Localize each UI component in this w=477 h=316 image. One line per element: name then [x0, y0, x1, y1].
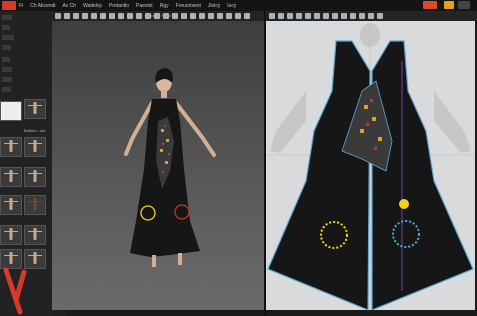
menu-item-2[interactable]: Ch Akcendi [30, 3, 55, 9]
tool-icon[interactable] [235, 13, 241, 19]
avatar-thumbnail[interactable] [24, 99, 46, 119]
menu-item-4[interactable]: Wadelsy [83, 3, 102, 9]
menu-item-1[interactable]: Fi [19, 3, 23, 9]
avatar-thumbnail[interactable] [24, 225, 46, 245]
library-row[interactable] [2, 15, 12, 20]
library-row[interactable] [2, 87, 11, 92]
red-brush-stroke [3, 267, 27, 315]
toolbar-2d [266, 11, 477, 21]
tool-icon[interactable] [332, 13, 338, 19]
pattern-canvas [266, 21, 475, 310]
menu-item-9[interactable]: Jlnicy [208, 3, 221, 9]
tool-icon[interactable] [244, 13, 250, 19]
menu-item-7[interactable]: Rgy [160, 3, 169, 9]
tool-icon[interactable] [172, 13, 178, 19]
app-logo [2, 1, 16, 10]
viewport-3d[interactable] [52, 21, 264, 310]
tool-icon[interactable] [377, 13, 383, 19]
avatar-thumbnail[interactable] [0, 225, 22, 245]
tool-icon[interactable] [287, 13, 293, 19]
viewport-title: Sketch Rend [148, 13, 171, 18]
menu-item-3[interactable]: Av Ch [62, 3, 76, 9]
avatar-scene [52, 68, 264, 310]
thumbnail-label: Bottom...obi [24, 128, 46, 133]
tool-icon[interactable] [341, 13, 347, 19]
library-row[interactable] [2, 67, 12, 72]
tool-icon[interactable] [350, 13, 356, 19]
avatar-thumbnail[interactable] [0, 137, 22, 157]
tool-icon[interactable] [368, 13, 374, 19]
tool-icon[interactable] [305, 13, 311, 19]
library-row[interactable] [2, 45, 11, 50]
menu-bar: Fi Ch Akcendi Av Ch Wadelsy Pretantlo Pa… [0, 0, 477, 11]
tool-icon[interactable] [190, 13, 196, 19]
viewport-2d[interactable] [266, 21, 475, 310]
tool-icon[interactable] [181, 13, 187, 19]
tool-icon[interactable] [217, 13, 223, 19]
avatar-thumbnail[interactable] [24, 195, 46, 215]
tool-icon[interactable] [136, 13, 142, 19]
menu-item-5[interactable]: Pretantlo [109, 3, 129, 9]
tool-icon[interactable] [269, 13, 275, 19]
tool-icon[interactable] [199, 13, 205, 19]
tool-icon[interactable] [100, 13, 106, 19]
menu-item-10[interactable]: lucy [227, 3, 236, 9]
avatar-thumbnail[interactable] [0, 101, 22, 121]
library-row[interactable] [2, 57, 10, 62]
tool-icon[interactable] [359, 13, 365, 19]
tool-icon[interactable] [278, 13, 284, 19]
tool-icon[interactable] [323, 13, 329, 19]
library-panel: Bottom...obi [0, 11, 52, 316]
tool-icon[interactable] [82, 13, 88, 19]
avatar-thumbnail[interactable] [0, 195, 22, 215]
tool-icon[interactable] [296, 13, 302, 19]
menu-item-8[interactable]: Freuorisent [176, 3, 201, 9]
notification-icon[interactable] [423, 1, 437, 9]
library-row[interactable] [2, 25, 10, 30]
tool-icon[interactable] [127, 13, 133, 19]
library-row[interactable] [2, 77, 12, 82]
tool-icon[interactable] [226, 13, 232, 19]
close-icon[interactable] [458, 1, 470, 9]
avatar-thumbnail[interactable] [24, 137, 46, 157]
tool-icon[interactable] [64, 13, 70, 19]
tool-icon[interactable] [208, 13, 214, 19]
avatar-thumbnail[interactable] [0, 167, 22, 187]
tool-icon[interactable] [55, 13, 61, 19]
tool-icon[interactable] [91, 13, 97, 19]
tool-icon[interactable] [109, 13, 115, 19]
tool-icon[interactable] [118, 13, 124, 19]
tool-icon[interactable] [73, 13, 79, 19]
settings-icon[interactable] [444, 1, 454, 9]
menu-item-6[interactable]: Paevtst [136, 3, 153, 9]
tool-icon[interactable] [314, 13, 320, 19]
library-row[interactable] [2, 35, 14, 40]
avatar-thumbnail[interactable] [24, 167, 46, 187]
